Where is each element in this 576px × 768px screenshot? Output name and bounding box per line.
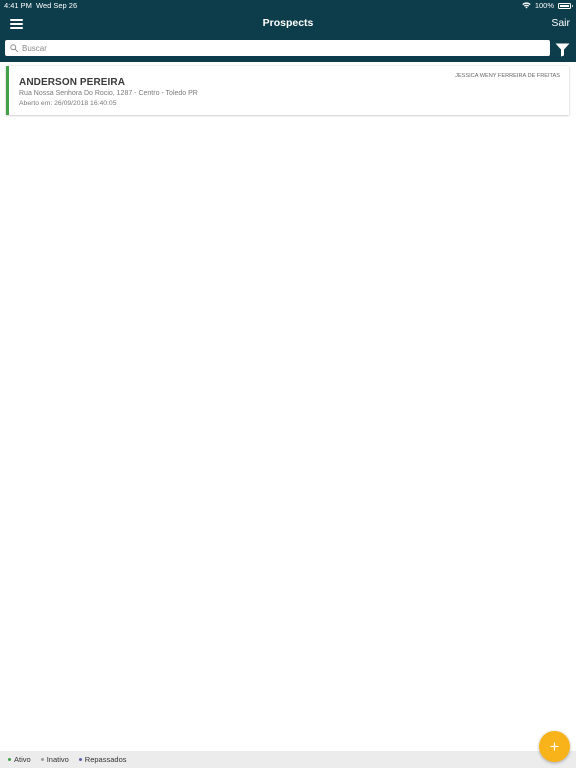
battery-icon <box>558 2 573 9</box>
status-time: 4:41 PM <box>4 1 32 10</box>
transferred-dot-icon <box>78 758 82 761</box>
legend-label: Ativo <box>14 755 31 764</box>
search-input[interactable] <box>22 41 542 55</box>
prospect-card[interactable]: ANDERSON PEREIRA Rua Nossa Senhora Do Ro… <box>6 66 569 115</box>
prospect-opened-date: Aberto em: 26/09/2018 16:40:05 <box>19 100 117 107</box>
status-date: Wed Sep 26 <box>36 1 78 10</box>
logout-button[interactable]: Sair <box>551 17 570 29</box>
status-bar: 4:41 PM Wed Sep 26 100% <box>0 0 576 12</box>
prospect-owner: JESSICA WENY FERREIRA DE FREITAS <box>455 73 560 79</box>
inactive-dot-icon <box>40 758 44 761</box>
navigation-bar: Prospects Sair <box>0 12 576 36</box>
status-right: 100% <box>522 1 573 10</box>
app-header: 4:41 PM Wed Sep 26 100% Prospects Sair <box>0 0 576 62</box>
legend-item-transferred: Repassados <box>78 755 127 764</box>
wifi-icon <box>522 2 531 9</box>
prospect-name: ANDERSON PEREIRA <box>19 77 126 88</box>
status-legend-bar: Ativo Inativo Repassados <box>0 751 576 768</box>
battery-percent: 100% <box>534 1 554 10</box>
prospect-address: Rua Nossa Senhora Do Rocio, 1287 - Centr… <box>19 90 198 97</box>
plus-icon <box>550 742 559 751</box>
add-prospect-button[interactable] <box>539 731 570 762</box>
legend-label: Inativo <box>46 755 69 764</box>
page-title: Prospects <box>262 17 314 29</box>
status-legend: Ativo Inativo Repassados <box>8 755 127 764</box>
active-dot-icon <box>8 758 11 761</box>
search-box[interactable] <box>5 40 550 56</box>
legend-label: Repassados <box>84 755 127 764</box>
filter-icon[interactable] <box>555 43 570 57</box>
legend-item-active: Ativo <box>8 755 31 764</box>
legend-item-inactive: Inativo <box>40 755 69 764</box>
search-icon <box>10 44 18 52</box>
